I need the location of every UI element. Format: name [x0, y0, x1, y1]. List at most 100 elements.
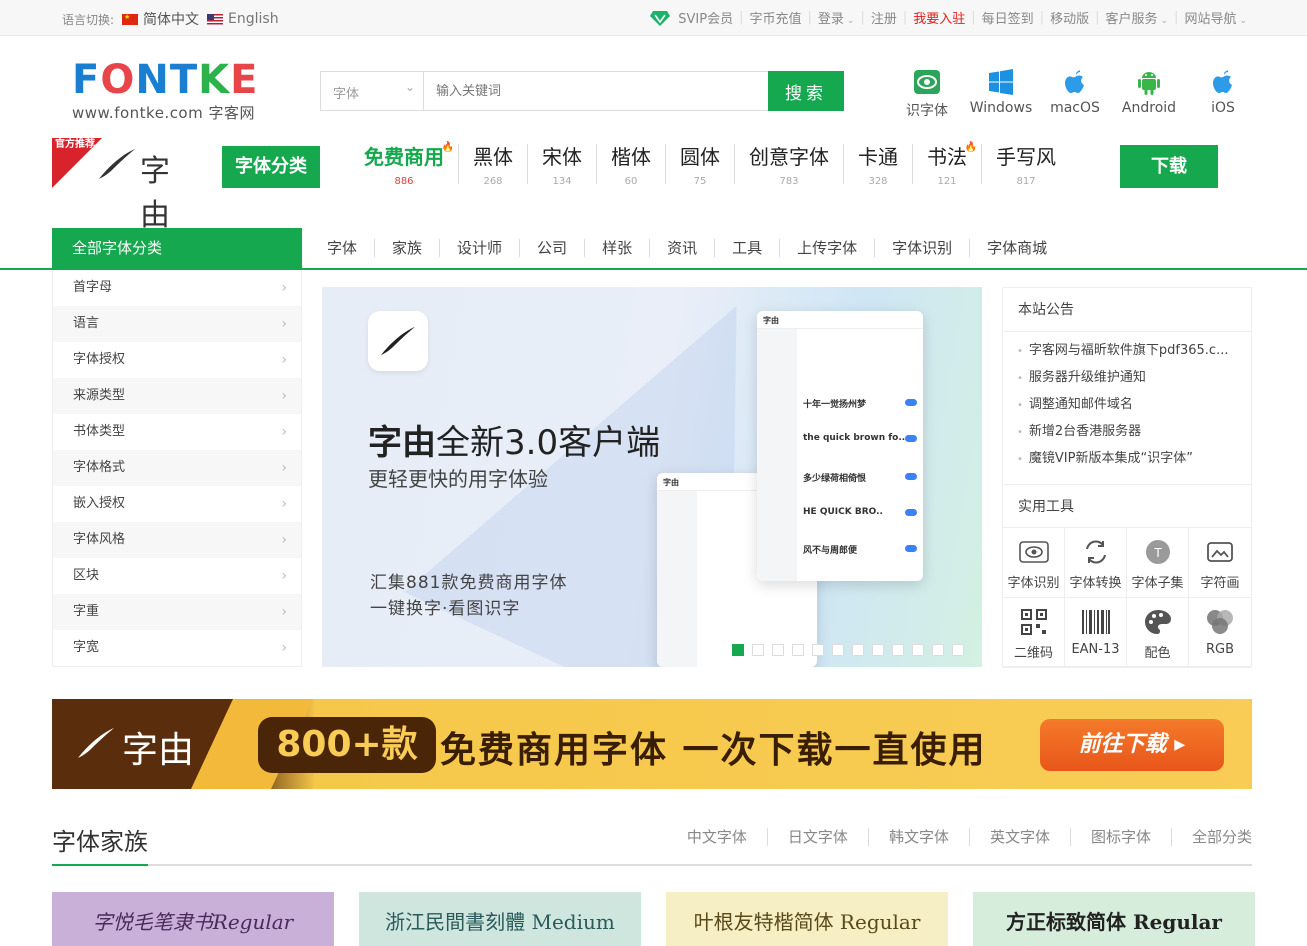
family-tab[interactable]: 全部分类 [1172, 828, 1252, 846]
sidebar-item[interactable]: 字体授权 [53, 342, 301, 378]
nav-link[interactable]: 资讯 [650, 239, 716, 257]
notice-item[interactable]: 新增2台香港服务器 [1017, 419, 1241, 446]
carousel-dot[interactable] [932, 644, 944, 656]
carousel-dot[interactable] [892, 644, 904, 656]
tool-item[interactable]: 字符画 [1189, 528, 1251, 598]
carousel-dot[interactable] [832, 644, 844, 656]
tool-item[interactable]: EAN-13 [1065, 598, 1127, 668]
category-name: 宋体 [542, 145, 582, 169]
carousel-dot[interactable] [752, 644, 764, 656]
category-item[interactable]: 黑体 268 [459, 144, 528, 187]
ziyou-promo[interactable]: 官方推荐 字由 [52, 138, 197, 233]
platform-identify-font[interactable]: 识字体 [890, 68, 964, 120]
notice-item[interactable]: 字客网与福昕软件旗下pdf365.c... [1017, 338, 1241, 365]
nav-link[interactable]: 字体识别 [875, 239, 971, 257]
nav-link[interactable]: 工具 [715, 239, 781, 257]
family-tab[interactable]: 英文字体 [970, 828, 1071, 846]
hero-banner[interactable]: 字由全新3.0客户端 更轻更快的用字体验 汇集881款免费商用字体 一键换字·看… [322, 287, 982, 667]
sidebar-item[interactable]: 区块 [53, 558, 301, 594]
nav-link[interactable]: 公司 [520, 239, 586, 257]
sidebar-item[interactable]: 字体风格 [53, 522, 301, 558]
carousel-dot[interactable] [872, 644, 884, 656]
category-item[interactable]: 卡通 328 [844, 144, 913, 187]
nav-link[interactable]: 家族 [375, 239, 441, 257]
tool-item[interactable]: 字体转换 [1065, 528, 1127, 598]
font-recognition-icon [914, 70, 940, 94]
sidebar-item[interactable]: 来源类型 [53, 378, 301, 414]
top-link[interactable]: 字币充值 [750, 8, 802, 27]
carousel-dot[interactable] [852, 644, 864, 656]
family-tab[interactable]: 图标字体 [1071, 828, 1172, 846]
ziyou-ad-banner[interactable]: 字由 800+款 免费商用字体 一次下载一直使用 前往下载 ▸ [52, 699, 1252, 789]
category-item[interactable]: 宋体 134 [528, 144, 597, 187]
platform-macos[interactable]: macOS [1038, 68, 1112, 120]
category-count: 60 [624, 176, 638, 187]
tool-label: 二维码 [1013, 646, 1053, 661]
font-family-card[interactable]: 叶根友特楷简体 Regular [666, 892, 948, 946]
carousel-dot[interactable] [772, 644, 784, 656]
category-item[interactable]: 免费商用 886 🔥 [350, 142, 459, 187]
platform-links: 识字体 Windows macOS Android iOS [890, 68, 1260, 120]
tools-grid: 字体识别 字体转换 T 字体子集 字符画二维码 EAN-13 配色 RGB [1003, 528, 1251, 668]
sidebar-item[interactable]: 语言 [53, 306, 301, 342]
notice-item[interactable]: 调整通知邮件域名 [1017, 392, 1241, 419]
platform-ios[interactable]: iOS [1186, 68, 1260, 120]
top-link[interactable]: 移动版 [1050, 8, 1089, 27]
font-family-card[interactable]: 方正标致简体 Regular [973, 892, 1255, 946]
nav-link[interactable]: 设计师 [440, 239, 521, 257]
top-link[interactable]: SVIP会员 [678, 8, 733, 27]
nav-link[interactable]: 字体商城 [970, 239, 1064, 257]
site-logo[interactable]: FONTKE www.fontke.com 字客网 [72, 60, 257, 122]
font-category-button[interactable]: 字体分类 [222, 146, 320, 188]
tool-item[interactable]: 字体识别 [1003, 528, 1065, 598]
download-button[interactable]: 下载 [1120, 145, 1218, 188]
search-type-select[interactable]: 字体 [321, 72, 424, 110]
notice-item[interactable]: 魔镜VIP新版本集成“识字体” [1017, 446, 1241, 473]
category-item[interactable]: 圆体 75 [666, 144, 735, 187]
family-tab[interactable]: 中文字体 [667, 828, 768, 846]
search-input[interactable] [424, 72, 768, 110]
sidebar-item[interactable]: 书体类型 [53, 414, 301, 450]
nav-link[interactable]: 样张 [585, 239, 651, 257]
family-tab[interactable]: 韩文字体 [869, 828, 970, 846]
font-family-card[interactable]: 浙江民間書刻體 Medium [359, 892, 641, 946]
language-option-zh[interactable]: 简体中文 [122, 9, 199, 29]
carousel-dot[interactable] [912, 644, 924, 656]
nav-link[interactable]: 上传字体 [780, 239, 876, 257]
carousel-dot[interactable] [792, 644, 804, 656]
sidebar-item[interactable]: 字宽 [53, 630, 301, 666]
platform-windows[interactable]: Windows [964, 68, 1038, 120]
category-item[interactable]: 手写风 817 [982, 144, 1070, 187]
top-link[interactable]: 每日签到 [982, 8, 1034, 27]
category-item[interactable]: 书法 121 🔥 [913, 142, 982, 187]
tool-item[interactable]: RGB [1189, 598, 1251, 668]
barcode-icon [1065, 608, 1126, 636]
all-categories-tab[interactable]: 全部字体分类 [52, 228, 302, 268]
category-item[interactable]: 楷体 60 [597, 144, 666, 187]
top-link[interactable]: 我要入驻 [913, 8, 965, 27]
sidebar-item[interactable]: 嵌入授权 [53, 486, 301, 522]
family-tab[interactable]: 日文字体 [768, 828, 869, 846]
sidebar-item[interactable]: 字体格式 [53, 450, 301, 486]
carousel-dot[interactable] [952, 644, 964, 656]
top-link[interactable]: 网站导航 ⌄ [1184, 8, 1247, 27]
sidebar-item[interactable]: 字重 [53, 594, 301, 630]
category-item[interactable]: 创意字体 783 [735, 144, 844, 187]
language-option-en[interactable]: English [207, 11, 279, 27]
tool-item[interactable]: 配色 [1127, 598, 1189, 668]
carousel-dot[interactable] [812, 644, 824, 656]
font-family-card[interactable]: 字悦毛笔隶书Regular [52, 892, 334, 946]
notice-item[interactable]: 服务器升级维护通知 [1017, 365, 1241, 392]
category-name: 圆体 [680, 145, 720, 169]
top-link[interactable]: 登录 ⌄ [818, 8, 855, 27]
ad-download-button[interactable]: 前往下载 ▸ [1040, 719, 1224, 771]
carousel-dot[interactable] [732, 644, 744, 656]
search-button[interactable]: 搜索 [768, 71, 844, 111]
nav-link[interactable]: 字体 [310, 239, 376, 257]
tool-item[interactable]: 二维码 [1003, 598, 1065, 668]
top-link[interactable]: 客户服务 ⌄ [1105, 8, 1168, 27]
platform-android[interactable]: Android [1112, 68, 1186, 120]
sidebar-item[interactable]: 首字母 [53, 270, 301, 306]
tool-item[interactable]: T 字体子集 [1127, 528, 1189, 598]
top-link[interactable]: 注册 [871, 8, 897, 27]
